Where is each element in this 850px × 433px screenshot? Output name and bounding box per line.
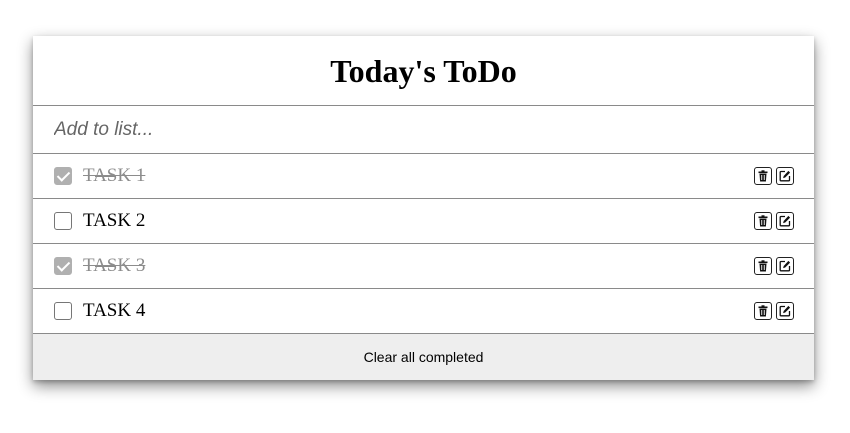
strike-line — [95, 266, 115, 267]
todo-card: Today's ToDo TASK 1 — [33, 36, 814, 380]
task-checkbox[interactable] — [54, 257, 72, 275]
delete-button[interactable] — [754, 167, 772, 185]
task-actions — [754, 167, 794, 185]
delete-button[interactable] — [754, 302, 772, 320]
task-actions — [754, 302, 794, 320]
trash-icon — [758, 170, 768, 182]
task-checkbox[interactable] — [54, 212, 72, 230]
task-checkbox[interactable] — [54, 167, 72, 185]
add-row — [33, 106, 814, 154]
task-item-4: TASK 4 — [33, 289, 814, 334]
task-item-2: TASK 2 — [33, 199, 814, 244]
task-item-1: TASK 1 — [33, 154, 814, 199]
strike-line — [95, 176, 115, 177]
task-actions — [754, 257, 794, 275]
edit-icon — [779, 260, 791, 272]
page-title: Today's ToDo — [33, 36, 814, 106]
edit-button[interactable] — [776, 167, 794, 185]
edit-button[interactable] — [776, 302, 794, 320]
task-label: TASK 2 — [83, 210, 146, 231]
edit-button[interactable] — [776, 257, 794, 275]
delete-button[interactable] — [754, 257, 772, 275]
delete-button[interactable] — [754, 212, 772, 230]
task-item-3: TASK 3 — [33, 244, 814, 289]
trash-icon — [758, 215, 768, 227]
task-actions — [754, 212, 794, 230]
task-checkbox[interactable] — [54, 302, 72, 320]
edit-icon — [779, 215, 791, 227]
trash-icon — [758, 305, 768, 317]
add-task-input[interactable] — [33, 106, 814, 153]
edit-button[interactable] — [776, 212, 794, 230]
edit-icon — [779, 170, 791, 182]
clear-completed-button[interactable]: Clear all completed — [364, 349, 484, 365]
task-list: TASK 1 TASK 2 TASK 3 TASK 4 — [33, 154, 814, 334]
task-label: TASK 4 — [83, 300, 146, 321]
trash-icon — [758, 260, 768, 272]
footer: Clear all completed — [33, 334, 814, 380]
edit-icon — [779, 305, 791, 317]
